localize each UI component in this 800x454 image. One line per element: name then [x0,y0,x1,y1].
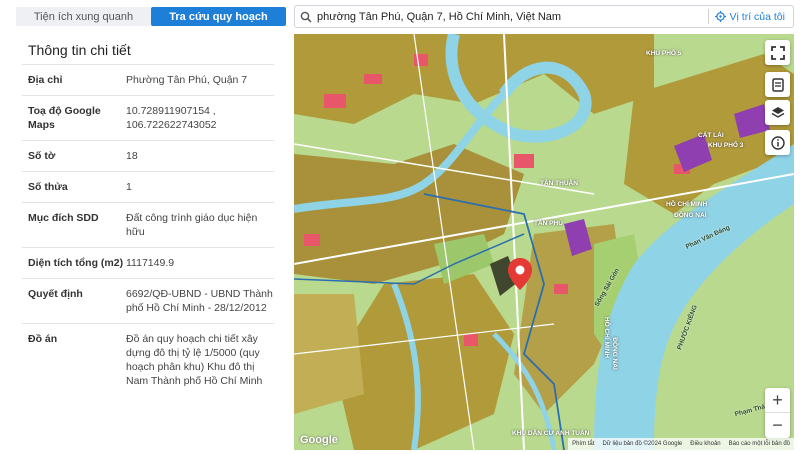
map-data-credit: Dữ liệu bản đồ ©2024 Google [602,441,683,447]
search-bar: Vị trí của tôi [294,5,794,28]
google-logo: Google [300,434,338,446]
detail-row: Đồ án Đồ án quy hoạch chi tiết xây dựng … [22,323,274,396]
map-label: CÁT LÁI [698,132,724,139]
detail-value: 10.728911907154 , 106.722622743052 [126,105,217,131]
report-error-link[interactable]: Báo cáo một lỗi bản đồ [729,441,790,447]
detail-key: Diện tích tổng (m2) [28,257,124,269]
detail-row: Số thửa 1 [22,171,274,202]
detail-key: Quyết định [28,288,83,300]
tab-nearby-utilities[interactable]: Tiện ích xung quanh [16,7,151,26]
my-location-label: Vị trí của tôi [729,10,785,23]
detail-row: Mục đích SDD Đất công trình giáo dục hiệ… [22,202,274,247]
fullscreen-button[interactable] [765,40,790,65]
detail-key: Toạ độ Google Maps [28,105,101,131]
mode-tabs: Tiện ích xung quanh Tra cứu quy hoạch [16,7,286,26]
layers-icon [771,106,784,118]
detail-value: 18 [126,150,138,162]
search-input[interactable] [317,10,702,23]
info-button[interactable] [765,130,790,155]
detail-value: Đồ án quy hoạch chi tiết xây dựng đô thị… [126,333,263,387]
zoom-in-button[interactable]: + [765,388,790,413]
detail-row: Diện tích tổng (m2) 1117149.9 [22,247,274,278]
detail-key: Số tờ [28,150,56,162]
zoom-controls: + − [765,388,790,438]
legend-button[interactable] [765,72,790,97]
legend-icon [771,77,784,92]
keyboard-shortcuts-link[interactable]: Phím tắt [572,441,594,447]
detail-row: Toạ độ Google Maps 10.728911907154 , 106… [22,95,274,140]
terms-link[interactable]: Điều khoản [690,441,720,447]
map-label: ĐỒNG NAI [610,337,618,370]
map-label: ĐỒNG NAI [674,212,707,219]
detail-key: Địa chỉ [28,74,63,86]
info-icon [770,135,785,150]
detail-row: Địa chỉ Phường Tân Phú, Quận 7 [22,64,274,95]
panel-title: Thông tin chi tiết [28,42,131,58]
tab-planning-lookup[interactable]: Tra cứu quy hoạch [151,7,286,26]
detail-row: Số tờ 18 [22,140,274,171]
map-label: HỒ CHÍ MINH [666,201,708,208]
detail-value: 1 [126,181,132,193]
map-label: TÂN THUẬN [540,180,578,187]
detail-row: Quyết định 6692/QĐ-UBND - UBND Thành phố… [22,278,274,323]
fullscreen-icon [770,45,785,60]
location-pin-icon[interactable] [508,258,532,295]
crosshair-icon [714,11,726,22]
info-panel: Tiện ích xung quanh Tra cứu quy hoạch Th… [0,0,292,454]
zoom-out-button[interactable]: − [765,413,790,438]
detail-value: 1117149.9 [126,257,175,269]
detail-key: Mục đích SDD [28,212,99,224]
detail-key: Đồ án [28,333,58,345]
map-label: KHU DÂN CƯ ANH TUẤN [512,430,590,437]
search-icon [295,6,317,27]
map-label: HỒ CHÍ MINH [603,316,611,359]
map-view[interactable]: KHU PHỐ 5 CÁT LÁI KHU PHỐ 3 HỒ CHÍ MINH … [294,34,794,450]
layers-button[interactable] [765,100,790,125]
detail-key: Số thửa [28,181,68,193]
detail-value: Đất công trình giáo dục hiện hữu [126,212,258,238]
map-canvas [294,34,794,450]
map-label: TÂN PHÚ [534,220,563,227]
detail-value: Phường Tân Phú, Quận 7 [126,74,248,86]
divider [707,9,709,24]
map-label: KHU PHỐ 3 [708,142,744,149]
map-attribution: Phím tắt Dữ liệu bản đồ ©2024 Google Điề… [568,438,794,450]
map-label: KHU PHỐ 5 [646,50,682,57]
details-table: Địa chỉ Phường Tân Phú, Quận 7 Toạ độ Go… [22,64,274,396]
detail-value: 6692/QĐ-UBND - UBND Thành phố Hồ Chí Min… [126,288,273,314]
my-location-button[interactable]: Vị trí của tôi [714,10,793,23]
